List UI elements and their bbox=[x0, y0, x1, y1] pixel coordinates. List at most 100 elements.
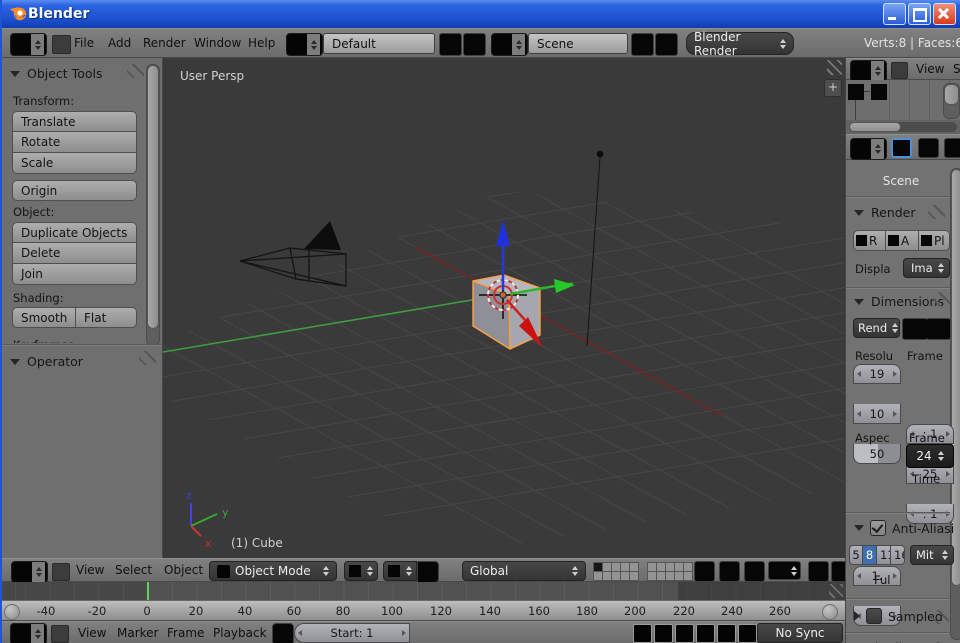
menu-select[interactable]: Select bbox=[115, 563, 152, 577]
snap-target-dropdown[interactable] bbox=[768, 561, 801, 580]
menu-add[interactable]: Add bbox=[108, 36, 131, 50]
current-frame-marker[interactable] bbox=[147, 582, 149, 600]
panel-drag-grip-icon[interactable] bbox=[928, 205, 945, 219]
viewport-3d[interactable]: z y x User Persp (1) Cube + bbox=[163, 58, 845, 558]
menu-help[interactable]: Help bbox=[248, 36, 275, 50]
smooth-button[interactable]: Smooth bbox=[12, 307, 76, 328]
dimensions-panel-header[interactable]: Dimensions bbox=[854, 294, 944, 309]
panel-drag-grip-icon[interactable] bbox=[933, 292, 950, 306]
menu-file[interactable]: File bbox=[74, 36, 94, 50]
frame-start-field[interactable]: Start: 1 bbox=[294, 623, 410, 643]
menu-render[interactable]: Render bbox=[143, 36, 186, 50]
timeline-area[interactable] bbox=[2, 582, 845, 600]
header-collapse-icon[interactable] bbox=[52, 35, 71, 54]
outliner-tree[interactable] bbox=[846, 80, 960, 120]
menu-search[interactable]: S bbox=[953, 62, 960, 76]
translate-button[interactable]: Translate bbox=[12, 111, 137, 132]
properties-tab-world[interactable] bbox=[944, 138, 960, 158]
region-corner-grip-icon[interactable] bbox=[827, 60, 842, 75]
display-mode-dropdown[interactable]: Ima bbox=[903, 258, 950, 278]
render-opengl-button[interactable] bbox=[808, 561, 829, 582]
join-button[interactable]: Join bbox=[12, 264, 137, 285]
operator-panel-header[interactable]: Operator bbox=[10, 354, 83, 369]
header-collapse-icon[interactable] bbox=[52, 563, 70, 581]
close-button[interactable] bbox=[933, 3, 956, 25]
editor-type-dropdown[interactable] bbox=[850, 60, 887, 82]
flat-button[interactable]: Flat bbox=[76, 307, 137, 328]
panel-drag-grip-icon[interactable] bbox=[139, 351, 156, 365]
properties-tab-scene[interactable] bbox=[918, 138, 939, 158]
scrollbar-thumb[interactable] bbox=[944, 84, 959, 105]
menu-window[interactable]: Window bbox=[194, 36, 241, 50]
menu-frame[interactable]: Frame bbox=[167, 626, 204, 640]
render-presets-dropdown[interactable]: Rend bbox=[853, 318, 900, 338]
menu-marker[interactable]: Marker bbox=[117, 626, 158, 640]
region-corner-grip-icon[interactable] bbox=[829, 584, 843, 598]
title-bar[interactable]: Blender bbox=[2, 0, 960, 28]
panel-drag-grip-icon[interactable] bbox=[127, 64, 144, 78]
sampled-checkbox[interactable] bbox=[866, 608, 882, 624]
add-scene-button[interactable] bbox=[631, 33, 654, 56]
properties-tab-render[interactable] bbox=[891, 138, 912, 158]
ruler-right-cap[interactable] bbox=[822, 604, 838, 620]
outliner-hscroll-area[interactable] bbox=[846, 120, 960, 134]
rotate-button[interactable]: Rotate bbox=[12, 132, 137, 153]
panel-drag-grip-icon[interactable] bbox=[932, 610, 949, 624]
editor-type-dropdown[interactable] bbox=[11, 561, 48, 583]
viewport-shading-dropdown[interactable] bbox=[344, 561, 378, 581]
render-animation-button[interactable]: A bbox=[886, 230, 919, 251]
jump-prev-keyframe-button[interactable] bbox=[654, 624, 673, 643]
editor-type-dropdown[interactable] bbox=[10, 33, 47, 56]
resolution-percentage-slider[interactable]: 50 bbox=[853, 444, 901, 464]
scale-button[interactable]: Scale bbox=[12, 153, 137, 174]
delete-preset-button[interactable] bbox=[926, 318, 951, 340]
menu-playback[interactable]: Playback bbox=[213, 626, 267, 640]
scene-field[interactable]: Scene bbox=[528, 33, 628, 54]
header-collapse-icon[interactable] bbox=[891, 62, 908, 79]
snap-toggle-button[interactable] bbox=[719, 561, 740, 582]
snap-element-button[interactable] bbox=[744, 561, 765, 582]
origin-button[interactable]: Origin bbox=[12, 180, 137, 201]
header-collapse-icon[interactable] bbox=[51, 625, 69, 643]
mode-dropdown[interactable]: Object Mode bbox=[209, 561, 337, 581]
anti-aliasing-checkbox[interactable] bbox=[870, 520, 886, 536]
minimize-button[interactable] bbox=[883, 3, 906, 25]
properties-scrollbar[interactable] bbox=[950, 168, 960, 640]
aa-samples-16-button[interactable]: 16 bbox=[891, 545, 905, 565]
screen-layout-field[interactable]: Default bbox=[323, 33, 435, 54]
render-image-button[interactable]: R bbox=[853, 230, 886, 251]
outliner-scrollbar[interactable] bbox=[943, 83, 960, 119]
menu-object[interactable]: Object bbox=[164, 563, 203, 577]
play-reverse-button[interactable] bbox=[675, 624, 694, 643]
aa-samples-11-button[interactable]: 11 bbox=[877, 545, 891, 565]
editor-type-dropdown[interactable] bbox=[10, 623, 47, 643]
object-datablock-icon[interactable] bbox=[871, 84, 887, 100]
sampled-panel-header[interactable]: Sampled bbox=[854, 608, 943, 624]
resolution-y-field[interactable]: 10 bbox=[853, 404, 901, 424]
jump-to-start-button[interactable] bbox=[633, 624, 652, 643]
ruler-left-cap[interactable] bbox=[4, 604, 20, 620]
menu-view[interactable]: View bbox=[916, 62, 944, 76]
duplicate-objects-button[interactable]: Duplicate Objects bbox=[12, 222, 137, 243]
menu-view[interactable]: View bbox=[78, 626, 106, 640]
delete-scene-button[interactable] bbox=[655, 33, 678, 56]
scene-icon-dropdown[interactable] bbox=[491, 33, 528, 56]
layer-selector-group-2[interactable] bbox=[647, 562, 693, 581]
add-preset-button[interactable] bbox=[902, 318, 928, 340]
lock-to-scene-button[interactable] bbox=[694, 561, 715, 582]
add-layout-button[interactable] bbox=[439, 33, 462, 56]
render-panel-header[interactable]: Render bbox=[854, 205, 916, 220]
frame-rate-dropdown[interactable]: 24 bbox=[906, 444, 954, 468]
play-button[interactable] bbox=[696, 624, 715, 643]
aa-filter-dropdown[interactable]: Mit bbox=[910, 545, 954, 565]
resolution-x-field[interactable]: 19 bbox=[853, 364, 901, 384]
sync-mode-dropdown[interactable]: No Sync bbox=[757, 623, 843, 643]
timeline-ruler[interactable]: -40 -20 0 20 40 60 80 100 120 140 160 18… bbox=[2, 600, 845, 621]
pivot-point-dropdown[interactable] bbox=[383, 561, 417, 581]
aa-samples-8-button[interactable]: 8 bbox=[863, 545, 877, 565]
delete-layout-button[interactable] bbox=[463, 33, 486, 56]
jump-next-keyframe-button[interactable] bbox=[717, 624, 736, 643]
screen-layout-icon-dropdown[interactable] bbox=[286, 33, 323, 56]
manipulator-toggle-button[interactable] bbox=[417, 561, 439, 583]
tool-shelf-scrollbar[interactable] bbox=[146, 64, 160, 346]
